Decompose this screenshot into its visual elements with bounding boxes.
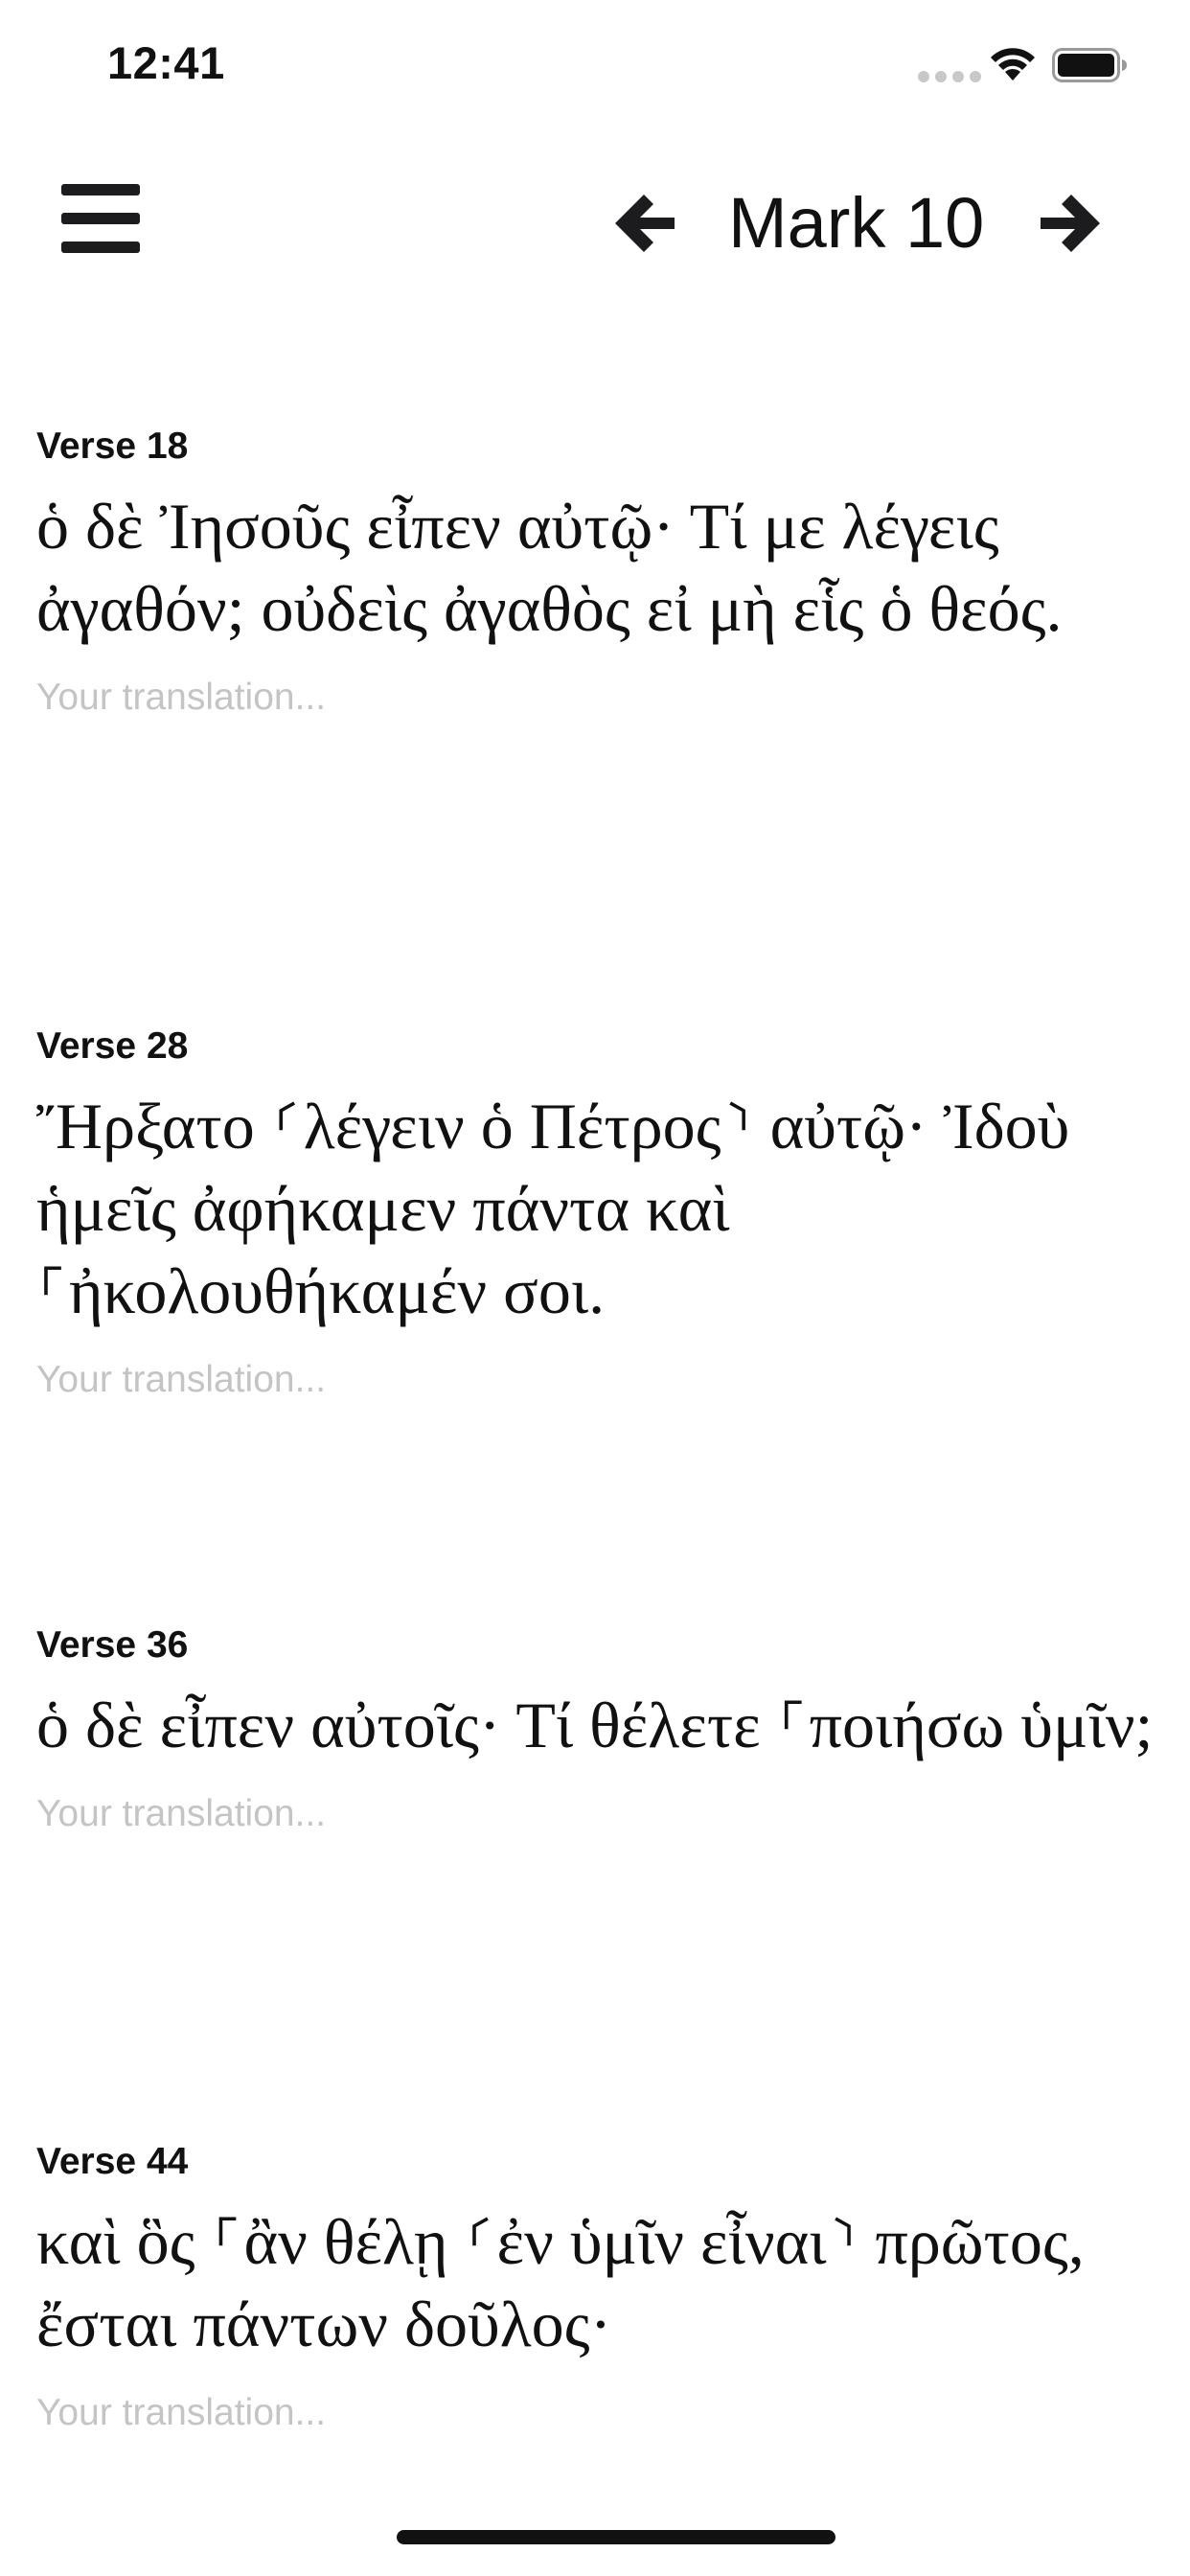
signal-icon [918, 71, 981, 82]
greek-verse-text: ὁ δὲ Ἰησοῦς εἶπεν αὐτῷ· Τί με λέγεις ἀγα… [36, 490, 1063, 645]
verse-label: Verse 36 [36, 1624, 189, 1666]
verse-item: Verse 44 καὶ ὃς ⸀ἂν θέλῃ ⸂ἐν ὑμῖν εἶναι⸃… [36, 2137, 1154, 2442]
home-indicator[interactable] [397, 2530, 835, 2544]
translation-input[interactable] [36, 1351, 1154, 1409]
arrow-left-icon[interactable] [611, 190, 678, 257]
arrow-right-icon[interactable] [1037, 190, 1104, 257]
chapter-title[interactable]: Mark 10 [728, 182, 984, 264]
verse-item: Verse 28 Ἤρξατο ⸂λέγειν ὁ Πέτρος⸃ αὐτῷ· … [36, 1022, 1154, 1409]
greek-verse-text: καὶ ὃς ⸀ἂν θέλῃ ⸂ἐν ὑμῖν εἶναι⸃ πρῶτος, … [36, 2205, 1085, 2360]
greek-verse-text: ὁ δὲ εἶπεν αὐτοῖς· Τί θέλετε ⸀ποιήσω ὑμῖ… [36, 1689, 1154, 1761]
navigation-bar: Mark 10 [0, 153, 1190, 288]
translation-input[interactable] [36, 1785, 1154, 1843]
hamburger-menu-icon[interactable] [61, 184, 140, 253]
verse-label: Verse 44 [36, 2141, 189, 2182]
battery-icon [1052, 48, 1127, 82]
verse-label: Verse 28 [36, 1025, 189, 1067]
verse-item: Verse 36 ὁ δὲ εἶπεν αὐτοῖς· Τί θέλετε ⸀π… [36, 1621, 1154, 1843]
translation-input[interactable] [36, 669, 1154, 726]
status-bar: 12:41 [0, 0, 1190, 126]
wifi-icon [991, 48, 1035, 80]
status-time: 12:41 [107, 37, 225, 88]
translation-input[interactable] [36, 2384, 1154, 2442]
verse-label: Verse 18 [36, 426, 189, 467]
verse-item: Verse 18 ὁ δὲ Ἰησοῦς εἶπεν αὐτῷ· Τί με λ… [36, 422, 1154, 726]
greek-verse-text: Ἤρξατο ⸂λέγειν ὁ Πέτρος⸃ αὐτῷ· Ἰδοὺ ἡμεῖ… [36, 1090, 1070, 1327]
